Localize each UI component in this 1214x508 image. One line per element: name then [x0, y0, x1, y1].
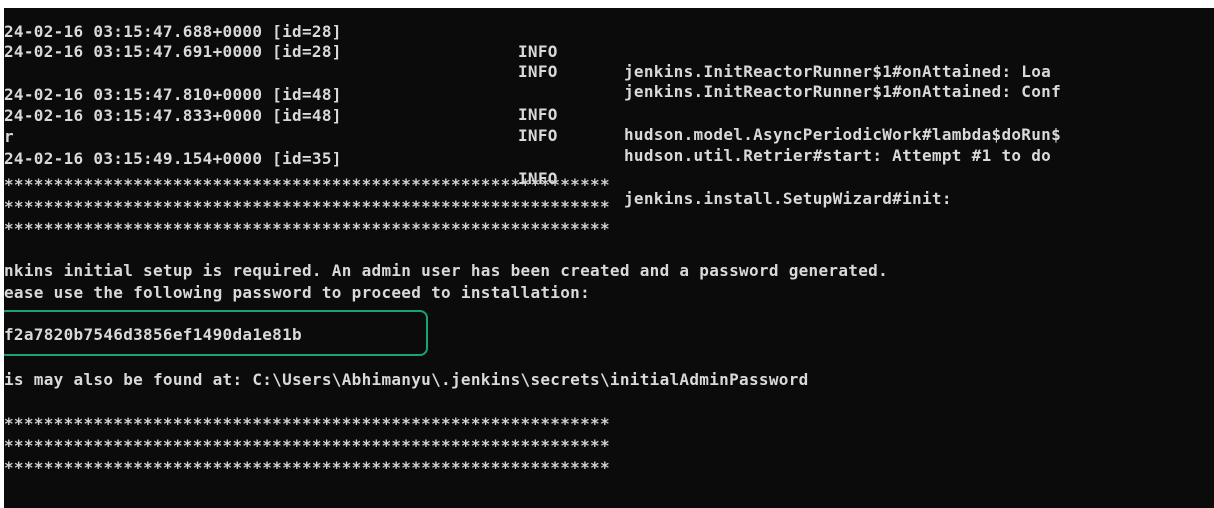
log-message: hudson.model.AsyncPeriodicWork#lambda$do… — [624, 125, 1062, 144]
log-message: jenkins.InitReactorRunner$1#onAttained: … — [624, 82, 1062, 101]
log-level: INFO — [518, 105, 558, 124]
log-message: jenkins.InitReactorRunner$1#onAttained: … — [624, 62, 1052, 81]
log-message: hudson.util.Retrier#start: Attempt #1 to… — [624, 146, 1052, 165]
terminal-window: 24-02-16 03:15:47.688+0000 [id=28] INFO … — [4, 8, 1214, 508]
log-timestamp: 24-02-16 03:15:47.833+0000 [id=48] — [4, 106, 342, 125]
separator-stars: ****************************************… — [4, 436, 610, 455]
log-level: INFO — [518, 62, 558, 81]
setup-message: ease use the following password to proce… — [4, 283, 591, 302]
log-level: INFO — [518, 126, 558, 145]
separator-stars: ****************************************… — [4, 175, 610, 194]
initial-admin-password[interactable]: f2a7820b7546d3856ef1490da1e81b — [4, 325, 302, 345]
log-level: INFO — [518, 42, 558, 61]
log-timestamp: 24-02-16 03:15:49.154+0000 [id=35] — [4, 149, 342, 168]
separator-stars: ****************************************… — [4, 458, 610, 477]
log-timestamp: 24-02-16 03:15:47.810+0000 [id=48] — [4, 85, 342, 104]
log-timestamp: 24-02-16 03:15:47.688+0000 [id=28] — [4, 22, 342, 41]
log-timestamp: 24-02-16 03:15:47.691+0000 [id=28] — [4, 42, 342, 61]
setup-message: nkins initial setup is required. An admi… — [4, 261, 889, 280]
separator-stars: ****************************************… — [4, 414, 610, 433]
separator-stars: ****************************************… — [4, 219, 610, 238]
separator-stars: ****************************************… — [4, 197, 610, 216]
password-file-path: is may also be found at: C:\Users\Abhima… — [4, 370, 809, 389]
log-message: jenkins.install.SetupWizard#init: — [624, 189, 952, 208]
